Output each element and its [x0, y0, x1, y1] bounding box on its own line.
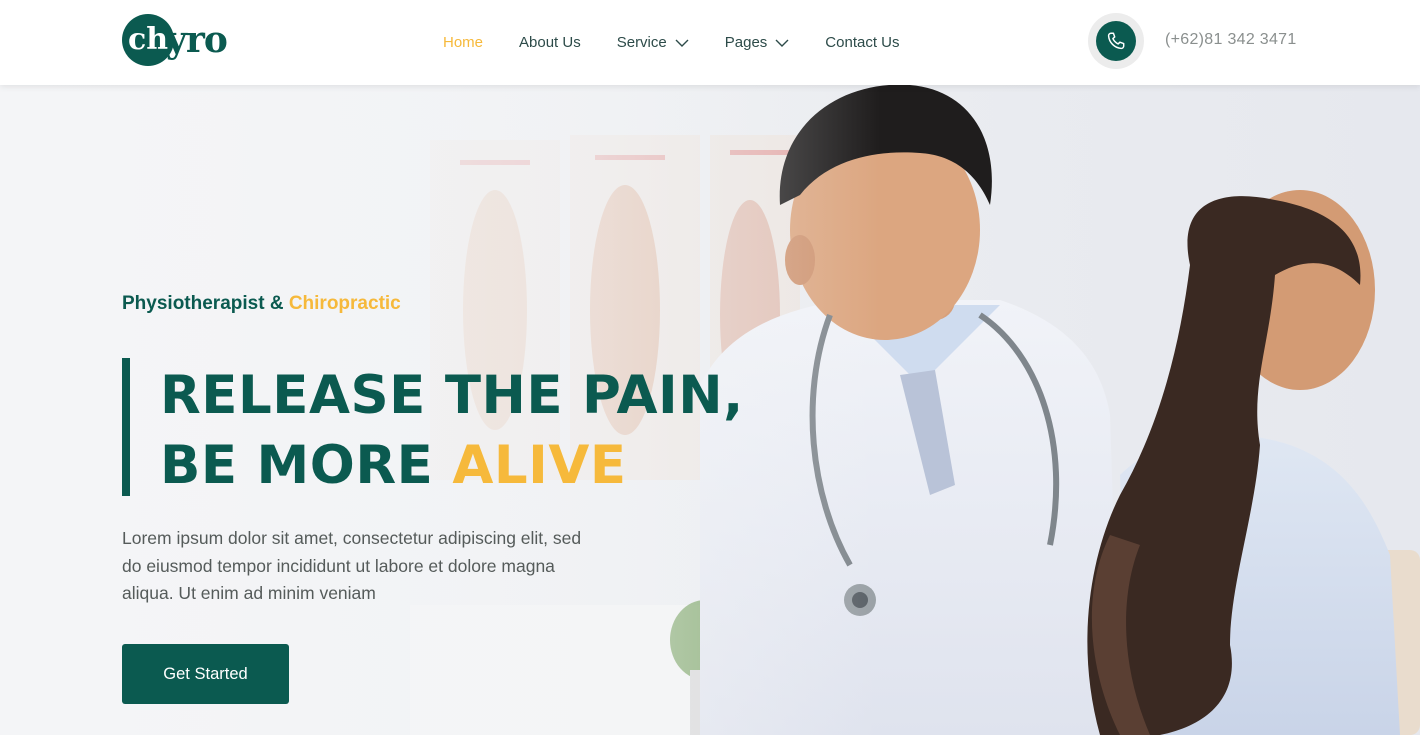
nav-about-us[interactable]: About Us [519, 34, 581, 51]
site-header: ch yro Home About Us Service Pages Conta… [0, 0, 1420, 85]
nav-service[interactable]: Service [617, 34, 689, 51]
headline-accent-word: ALIVE [452, 435, 627, 496]
hero-headline: RELEASE THE PAIN, BE MORE ALIVE [160, 361, 744, 501]
nav-pages-label: Pages [724, 34, 768, 51]
chevron-down-icon [775, 39, 789, 47]
headline-accent-bar [122, 358, 130, 496]
phone-icon [1096, 21, 1136, 61]
nav-contact-us-label: Contact Us [825, 34, 900, 51]
nav-about-us-label: About Us [519, 34, 581, 51]
hero-subtitle-accent: Chiropractic [288, 293, 401, 314]
nav-home-label: Home [443, 34, 484, 51]
hero-section: Physiotherapist & Chiropractic RELEASE T… [0, 85, 1420, 735]
chevron-down-icon [675, 39, 689, 47]
nav-home[interactable]: Home [443, 34, 483, 51]
get-started-button[interactable]: Get Started [122, 644, 289, 704]
headline-line-1: RELEASE THE PAIN, [160, 365, 744, 426]
brand-logo[interactable]: ch yro [122, 13, 228, 67]
logo-text: yro [166, 19, 228, 61]
nav-service-label: Service [616, 34, 667, 51]
main-nav: Home About Us Service Pages Contact Us [443, 0, 936, 85]
hero-description: Lorem ipsum dolor sit amet, consectetur … [122, 528, 582, 603]
headline-line-2: BE MORE [160, 435, 453, 496]
nav-pages[interactable]: Pages [725, 34, 790, 51]
hero-subtitle-main: Physiotherapist & [122, 293, 289, 314]
phone-number: (+62)81 342 3471 [1165, 31, 1297, 48]
hero-subtitle: Physiotherapist & Chiropractic [122, 293, 401, 315]
call-button[interactable] [1088, 13, 1144, 69]
nav-contact-us[interactable]: Contact Us [825, 34, 899, 51]
